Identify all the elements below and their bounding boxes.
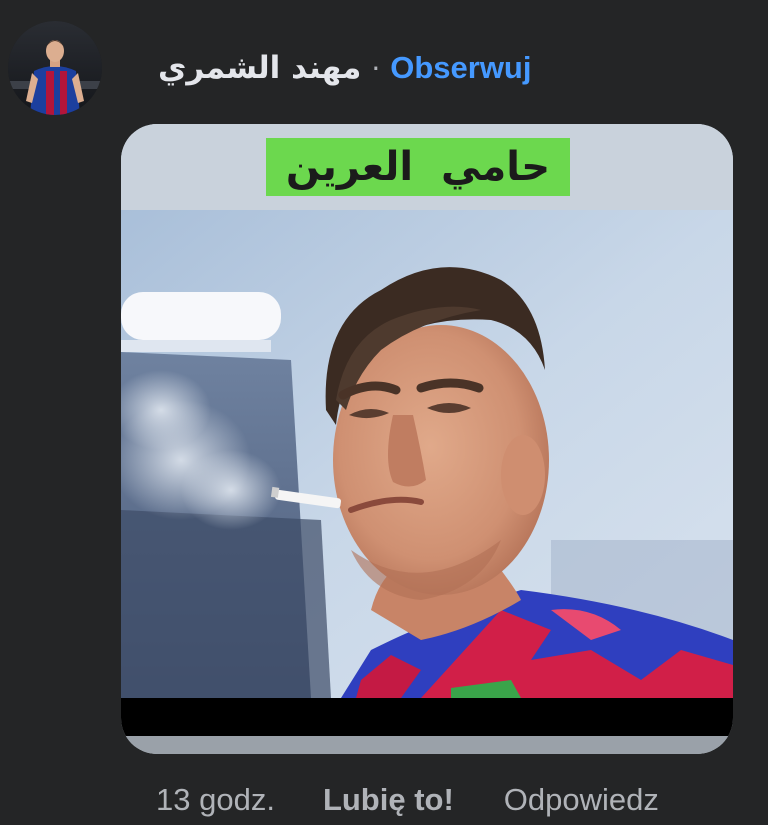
like-button[interactable]: Lubię to! — [323, 782, 454, 818]
comment-attachment-image[interactable]: حامي العرين — [121, 124, 733, 754]
comment-header: مهند الشمري · Obserwuj — [158, 46, 531, 90]
comment-actions: 13 godz. Lubię to! Odpowiedz — [156, 780, 659, 820]
avatar[interactable] — [8, 21, 102, 115]
user-avatar-icon — [8, 21, 102, 115]
image-bottom-bar — [121, 698, 733, 736]
author-name[interactable]: مهند الشمري — [158, 50, 361, 86]
comment-timestamp[interactable]: 13 godz. — [156, 782, 275, 818]
goalkeeper-smoking-photo — [121, 210, 733, 698]
image-caption: حامي العرين — [285, 144, 551, 190]
separator-dot: · — [371, 51, 381, 85]
caption-box: حامي العرين — [266, 138, 570, 196]
reply-button[interactable]: Odpowiedz — [504, 782, 659, 818]
image-caption-banner: حامي العرين — [121, 124, 733, 210]
follow-button[interactable]: Obserwuj — [390, 50, 531, 86]
image-footer — [121, 736, 733, 754]
